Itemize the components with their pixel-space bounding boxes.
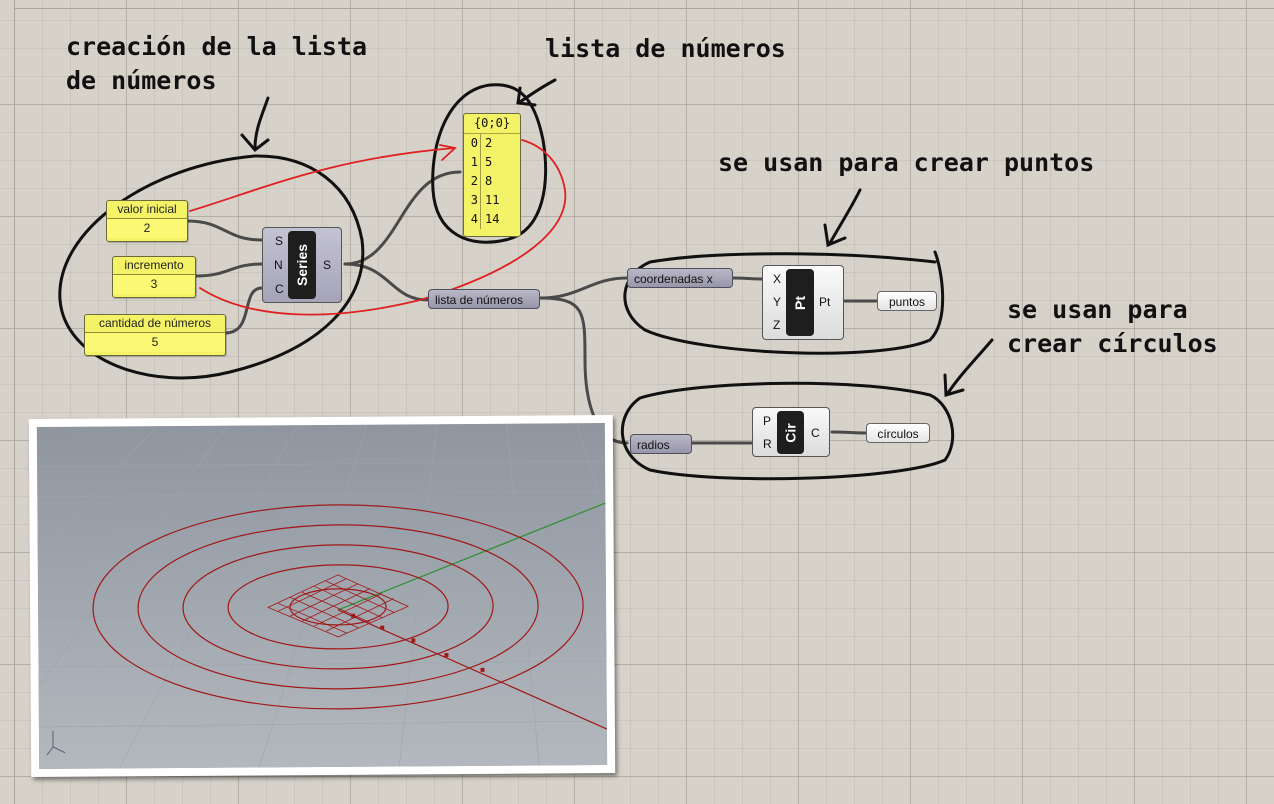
list-item: 4 14: [464, 210, 520, 229]
cir-input-p[interactable]: P: [763, 414, 771, 428]
list-index: 0: [464, 134, 481, 153]
wire-coord-to-x: [731, 276, 764, 281]
list-index: 1: [464, 153, 481, 172]
viewport-scene: [36, 423, 608, 769]
series-output-s[interactable]: S: [323, 258, 331, 272]
list-item: 28: [464, 172, 520, 191]
list-value: 2: [485, 136, 493, 150]
pt-name: Pt: [792, 295, 808, 310]
slider-start-value[interactable]: 2: [107, 219, 187, 238]
pt-input-z[interactable]: Z: [773, 318, 780, 332]
series-name: Series: [294, 243, 311, 287]
point-component[interactable]: X Y Z Pt Pt: [762, 265, 844, 340]
slider-start[interactable]: valor inicial 2: [106, 200, 188, 242]
radius-param[interactable]: radios: [630, 434, 692, 454]
cir-core: Cir: [777, 411, 804, 454]
list-value: 5: [485, 155, 493, 169]
list-index: 3: [464, 191, 481, 210]
pt-input-x[interactable]: X: [773, 272, 781, 286]
list-index: 2: [464, 172, 481, 191]
series-component[interactable]: S N C Series S: [262, 227, 342, 303]
annotation-points: se usan para crear puntos: [718, 148, 1095, 177]
slider-step-label: incremento: [113, 257, 195, 275]
list-item: 3 11: [464, 191, 520, 210]
red-arrowhead-panel: [439, 144, 457, 161]
slider-count[interactable]: cantidad de números 5: [84, 314, 226, 356]
points-result-param[interactable]: puntos: [877, 291, 937, 311]
circle-component[interactable]: P R Cir C: [752, 407, 830, 457]
slider-count-value[interactable]: 5: [85, 333, 225, 352]
arrow-creation: [240, 96, 270, 153]
relay-param[interactable]: lista de números: [428, 289, 540, 309]
arrow-points: [823, 188, 862, 248]
cir-name: Cir: [782, 422, 799, 443]
circles-result-param[interactable]: círculos: [866, 423, 930, 443]
annotation-circles: se usan para crear círculos: [1007, 295, 1218, 358]
coord-x-param[interactable]: coordenadas x: [627, 268, 733, 288]
panel-path: {0;0}: [464, 114, 520, 134]
wire-start-to-series: [185, 219, 264, 242]
series-core: Series: [288, 231, 316, 299]
wire-step-to-series: [193, 262, 264, 278]
list-value: 8: [485, 174, 493, 188]
red-line-start-to-panel: [189, 147, 456, 212]
list-index: 4: [464, 210, 481, 229]
series-input-s[interactable]: S: [275, 234, 283, 248]
annotation-number-list: lista de números: [545, 34, 786, 63]
annotation-creation: creación de la lista de números: [66, 32, 368, 95]
wire-cir-to-result: [830, 430, 868, 435]
rhino-viewport-card: [28, 414, 616, 778]
cir-output[interactable]: C: [811, 426, 820, 440]
rhino-viewport[interactable]: [36, 423, 608, 769]
list-value: 14: [485, 212, 500, 226]
wire-relay-to-coord: [538, 276, 629, 300]
hand-arrows: [240, 78, 994, 397]
slider-start-label: valor inicial: [107, 201, 187, 219]
pt-output[interactable]: Pt: [819, 295, 830, 309]
number-list-panel[interactable]: {0;0} 02 15 28 3 11 4 14: [463, 113, 521, 237]
series-input-n[interactable]: N: [274, 258, 283, 272]
list-item: 15: [464, 153, 520, 172]
slider-step-value[interactable]: 3: [113, 275, 195, 294]
pt-core: Pt: [786, 269, 814, 336]
list-item: 02: [464, 134, 520, 153]
series-input-c[interactable]: C: [275, 282, 284, 296]
slider-count-label: cantidad de números: [85, 315, 225, 333]
grasshopper-canvas[interactable]: creación de la lista de números lista de…: [0, 0, 1274, 804]
list-value: 11: [485, 193, 500, 207]
slider-step[interactable]: incremento 3: [112, 256, 196, 298]
arrow-number-list: [516, 78, 557, 107]
cir-input-r[interactable]: R: [763, 437, 772, 451]
arrow-circles: [943, 338, 994, 397]
pt-input-y[interactable]: Y: [773, 295, 781, 309]
